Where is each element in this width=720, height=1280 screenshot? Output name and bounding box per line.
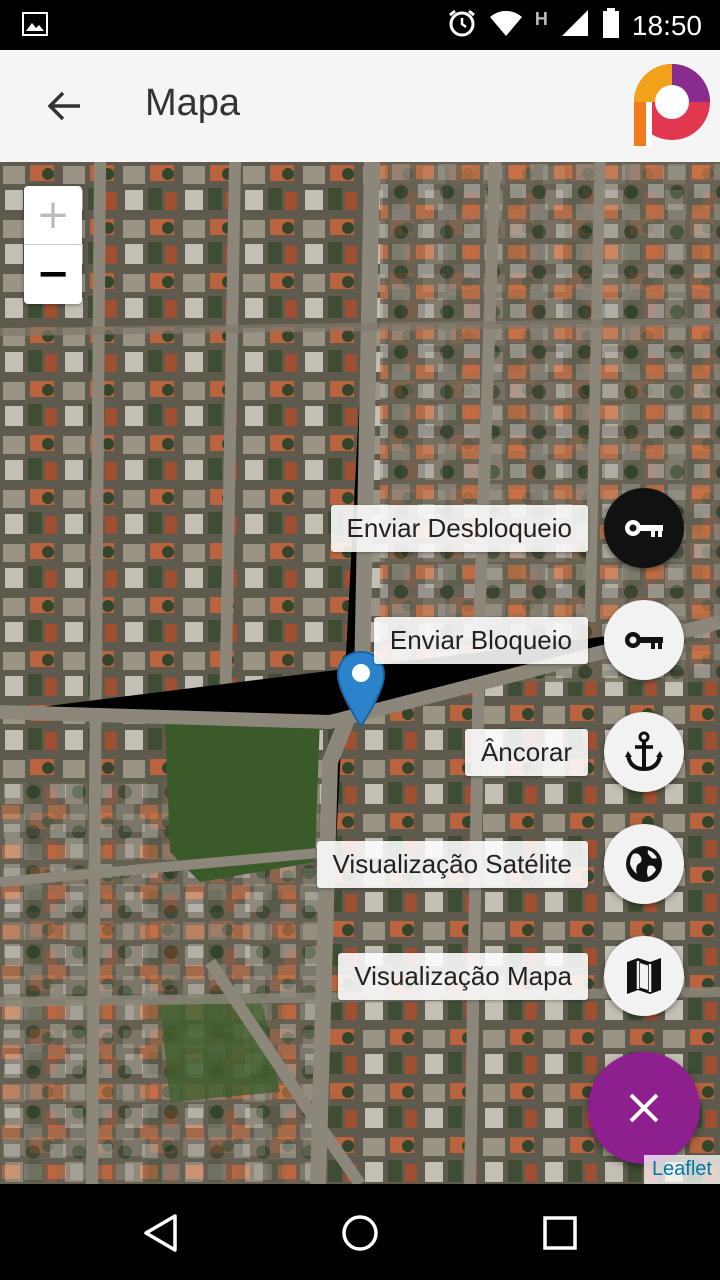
map-attribution-link[interactable]: Leaflet xyxy=(643,1155,720,1184)
battery-icon xyxy=(602,8,620,43)
nav-home-button[interactable] xyxy=(330,1208,390,1258)
nav-recents-button[interactable] xyxy=(530,1208,590,1258)
zoom-control: + − xyxy=(24,186,82,304)
globe-icon xyxy=(626,846,662,882)
fab-item-send-lock: Enviar Bloqueio xyxy=(373,600,684,680)
zoom-out-button[interactable]: − xyxy=(24,245,82,303)
map-view[interactable]: + − Enviar Desbloqueio Enviar Bloqueio Â… xyxy=(0,162,720,1184)
key-icon xyxy=(625,520,663,537)
fab-item-satellite-view: Visualização Satélite xyxy=(316,824,684,904)
fab-item-send-unlock: Enviar Desbloqueio xyxy=(330,488,684,568)
back-button[interactable] xyxy=(40,86,88,126)
anchor-icon xyxy=(625,731,663,772)
status-bar: H 18:50 xyxy=(0,0,720,50)
send-unlock-button[interactable] xyxy=(604,488,684,568)
image-notification-icon xyxy=(22,12,48,41)
app-logo xyxy=(620,60,710,150)
fab-label-send-lock[interactable]: Enviar Bloqueio xyxy=(373,616,588,664)
system-nav-bar xyxy=(0,1184,720,1280)
status-time: 18:50 xyxy=(631,9,702,41)
page-title: Mapa xyxy=(145,82,241,124)
alarm-icon xyxy=(447,8,477,43)
arrow-back-icon xyxy=(47,91,80,121)
map-view-button[interactable] xyxy=(604,936,684,1016)
fab-label-map-view[interactable]: Visualização Mapa xyxy=(338,952,588,1000)
signal-icon xyxy=(560,8,590,43)
fab-item-map-view: Visualização Mapa xyxy=(338,936,684,1016)
fab-label-anchor[interactable]: Âncorar xyxy=(464,728,588,776)
circle-home-icon xyxy=(342,1215,378,1251)
close-icon xyxy=(629,1093,659,1123)
send-lock-button[interactable] xyxy=(604,600,684,680)
wifi-icon xyxy=(489,9,523,42)
anchor-button[interactable] xyxy=(604,712,684,792)
satellite-view-button[interactable] xyxy=(604,824,684,904)
zoom-in-button[interactable]: + xyxy=(24,186,82,245)
network-type-label: H xyxy=(534,9,548,29)
app-bar: Mapa xyxy=(0,50,720,162)
key-icon xyxy=(625,632,663,649)
fab-label-satellite-view[interactable]: Visualização Satélite xyxy=(316,840,588,888)
triangle-back-icon xyxy=(144,1214,177,1252)
fab-label-send-unlock[interactable]: Enviar Desbloqueio xyxy=(330,504,588,552)
fab-item-anchor: Âncorar xyxy=(464,712,684,792)
map-icon xyxy=(627,958,661,994)
fab-close-button[interactable] xyxy=(588,1052,700,1164)
square-recents-icon xyxy=(543,1216,577,1250)
nav-back-button[interactable] xyxy=(130,1208,190,1258)
